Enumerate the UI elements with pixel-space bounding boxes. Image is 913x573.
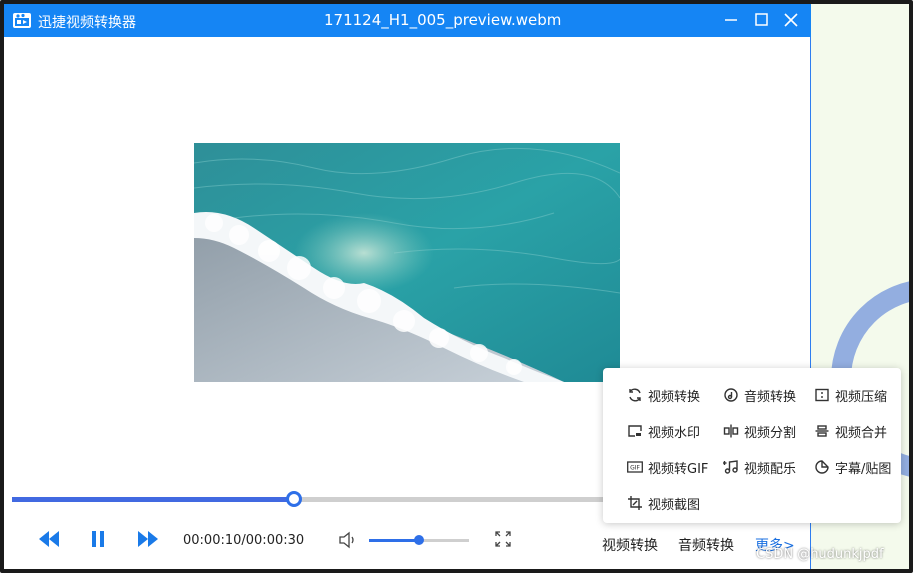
rewind-icon <box>39 531 59 547</box>
music-note-icon <box>723 460 738 474</box>
pause-icon <box>92 531 104 547</box>
file-title: 171124_H1_005_preview.webm <box>324 11 562 29</box>
progress-fill <box>12 497 294 502</box>
maximize-button[interactable] <box>750 9 772 31</box>
audio-convert-link[interactable]: 音频转换 <box>678 535 734 555</box>
maximize-icon <box>755 13 768 26</box>
menu-item-video-compress[interactable]: 视频压缩 <box>814 385 887 405</box>
close-icon <box>784 13 798 27</box>
watermark-icon <box>628 425 642 437</box>
sticker-icon <box>815 460 829 474</box>
menu-item-label: 字幕/贴图 <box>835 461 892 477</box>
fast-forward-button[interactable] <box>137 530 159 553</box>
menu-item-subtitles-stickers[interactable]: 字幕/贴图 <box>814 457 891 477</box>
menu-item-label: 音频转换 <box>744 389 797 405</box>
menu-item-label: 视频压缩 <box>835 389 888 405</box>
menu-item-label: 视频水印 <box>648 425 701 441</box>
video-preview-image <box>194 143 620 382</box>
menu-item-audio-convert[interactable]: 音频转换 <box>723 385 796 405</box>
merge-icon <box>815 425 829 437</box>
progress-handle[interactable] <box>286 491 302 507</box>
minimize-button[interactable] <box>720 9 742 31</box>
fast-forward-icon <box>138 531 158 547</box>
menu-item-label: 视频配乐 <box>744 461 797 477</box>
fullscreen-button[interactable] <box>494 530 512 553</box>
close-button[interactable] <box>780 9 802 31</box>
menu-item-video-watermark[interactable]: 视频水印 <box>627 421 700 441</box>
crop-icon <box>628 496 642 510</box>
speaker-icon <box>339 531 354 549</box>
menu-item-video-to-gif[interactable]: GIF 视频转GIF <box>627 457 708 477</box>
rewind-button[interactable] <box>38 530 60 553</box>
menu-item-video-screenshot[interactable]: 视频截图 <box>627 493 700 513</box>
app-logo-icon <box>13 13 31 28</box>
volume-fill <box>369 539 419 542</box>
minimize-icon <box>725 19 737 21</box>
music-disc-icon <box>724 388 738 402</box>
menu-item-video-convert[interactable]: 视频转换 <box>627 385 700 405</box>
app-name: 迅捷视频转换器 <box>38 15 136 31</box>
menu-item-video-split[interactable]: 视频分割 <box>723 421 796 441</box>
refresh-icon <box>629 388 641 402</box>
svg-text:GIF: GIF <box>630 465 640 472</box>
playback-progress-bar[interactable] <box>12 491 612 507</box>
video-convert-link[interactable]: 视频转换 <box>602 535 658 555</box>
csdn-watermark: CSDN @hudunkjpdf <box>756 547 884 562</box>
playback-time: 00:00:10/00:00:30 <box>183 533 305 548</box>
volume-button[interactable] <box>338 531 358 554</box>
volume-handle[interactable] <box>414 535 424 545</box>
fullscreen-icon <box>495 531 511 547</box>
menu-item-label: 视频分割 <box>744 425 797 441</box>
menu-item-label: 视频转换 <box>648 389 701 405</box>
pause-button[interactable] <box>90 530 106 553</box>
more-tools-popup: 视频转换 音频转换 视频压缩 视频水印 视频分割 视频合并 GIF 视频转GIF… <box>603 368 901 523</box>
menu-item-video-music[interactable]: 视频配乐 <box>723 457 796 477</box>
menu-item-label: 视频转GIF <box>648 461 709 477</box>
gif-icon: GIF <box>627 461 643 473</box>
video-frame[interactable] <box>194 143 620 382</box>
title-bar[interactable]: 迅捷视频转换器 171124_H1_005_preview.webm <box>4 4 811 37</box>
volume-slider[interactable] <box>369 535 469 545</box>
split-icon <box>723 424 739 438</box>
compress-icon <box>815 388 829 402</box>
menu-item-label: 视频合并 <box>835 425 888 441</box>
menu-item-video-merge[interactable]: 视频合并 <box>814 421 887 441</box>
menu-item-label: 视频截图 <box>648 497 701 513</box>
